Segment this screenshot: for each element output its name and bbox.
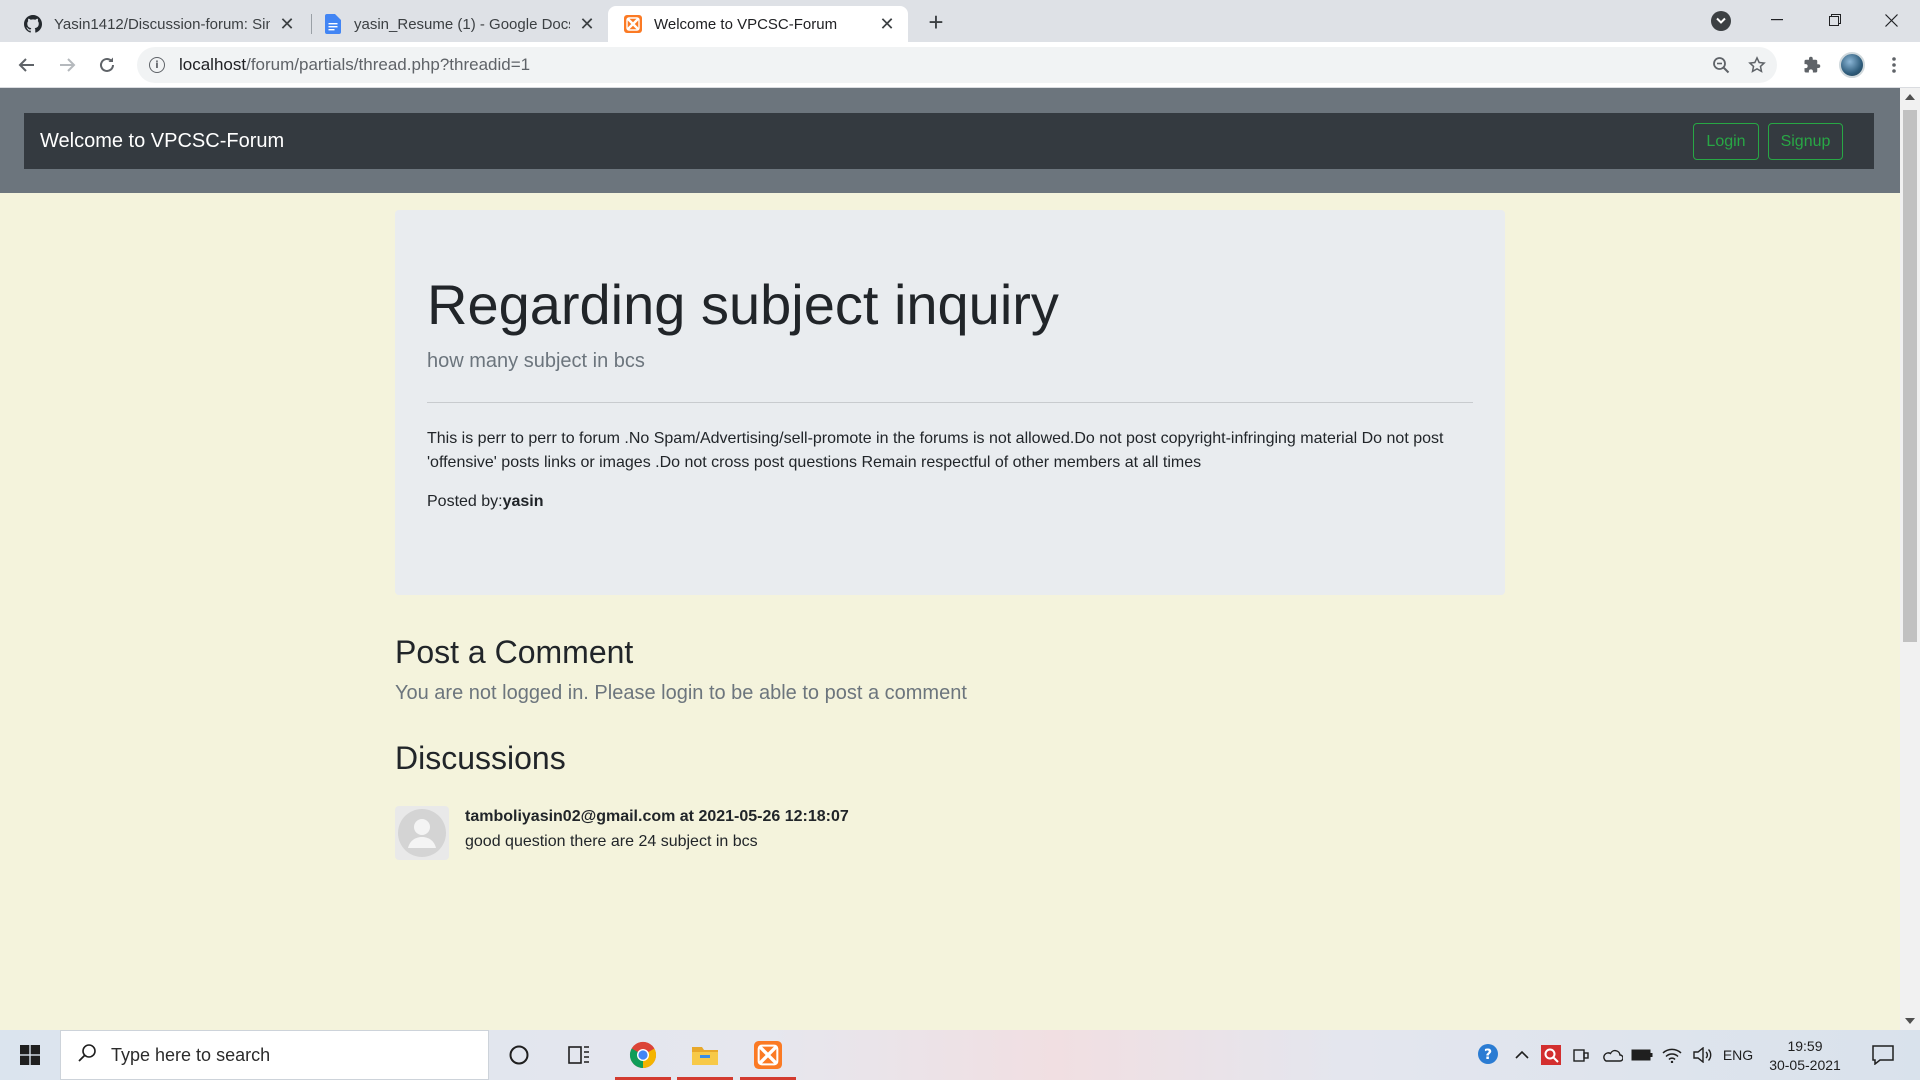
antivirus-tray-icon[interactable] xyxy=(1538,1030,1564,1080)
thread-jumbotron: Regarding subject inquiry how many subje… xyxy=(395,210,1505,595)
close-tab-icon[interactable]: ✕ xyxy=(576,13,598,35)
clock-date: 30-05-2021 xyxy=(1769,1057,1841,1073)
chrome-taskbar-icon[interactable] xyxy=(613,1030,673,1080)
battery-icon[interactable] xyxy=(1628,1030,1656,1080)
tab-search-icon[interactable] xyxy=(1711,11,1731,31)
new-tab-button[interactable]: + xyxy=(922,8,950,36)
url-path: /forum/partials/thread.php?threadid=1 xyxy=(246,55,531,74)
browser-tab-strip: Yasin1412/Discussion-forum: Sim ✕ yasin_… xyxy=(0,0,1920,42)
posted-by-user: yasin xyxy=(502,493,544,510)
windows-start-icon[interactable] xyxy=(0,1030,60,1080)
xampp-taskbar-icon[interactable] xyxy=(738,1030,798,1080)
search-icon xyxy=(77,1043,97,1068)
user-avatar-icon xyxy=(395,806,449,860)
zoom-icon[interactable] xyxy=(1705,47,1737,83)
posted-by: Posted by:yasin xyxy=(427,493,544,511)
posted-by-label: Posted by: xyxy=(427,493,503,510)
close-tab-icon[interactable]: ✕ xyxy=(876,13,898,35)
scroll-up-icon[interactable] xyxy=(1905,94,1915,100)
windows-taskbar: Type here to search ? ENG 19:59 30-05-20… xyxy=(0,1030,1920,1080)
help-tray-icon[interactable]: ? xyxy=(1474,1030,1504,1080)
menu-kebab-icon[interactable] xyxy=(1878,50,1910,80)
wifi-icon[interactable] xyxy=(1658,1030,1686,1080)
close-tab-icon[interactable]: ✕ xyxy=(276,13,298,35)
tab-vpcsc-forum[interactable]: Welcome to VPCSC-Forum ✕ xyxy=(608,6,908,42)
page-scrollbar[interactable] xyxy=(1900,88,1920,1030)
address-bar[interactable]: i localhost/forum/partials/thread.php?th… xyxy=(137,47,1777,83)
input-language[interactable]: ENG xyxy=(1718,1030,1758,1080)
thread-title: Regarding subject inquiry xyxy=(427,273,1059,336)
taskbar-clock[interactable]: 19:59 30-05-2021 xyxy=(1760,1030,1850,1080)
discussion-text: good question there are 24 subject in bc… xyxy=(465,833,758,850)
page-viewport: Welcome to VPCSC-Forum Login Signup Rega… xyxy=(0,88,1900,1030)
forward-icon[interactable] xyxy=(52,50,82,80)
close-window-icon[interactable] xyxy=(1862,0,1920,40)
cortana-icon[interactable] xyxy=(489,1030,549,1080)
restore-icon[interactable] xyxy=(1806,0,1864,40)
volume-icon[interactable] xyxy=(1688,1030,1716,1080)
back-icon[interactable] xyxy=(12,50,42,80)
github-icon xyxy=(24,15,42,33)
extensions-icon[interactable] xyxy=(1796,50,1828,80)
bookmark-star-icon[interactable] xyxy=(1741,47,1773,83)
forum-rules: This is perr to perr to forum .No Spam/A… xyxy=(427,430,1444,471)
login-button[interactable]: Login xyxy=(1693,123,1759,160)
login-required-message: You are not logged in. Please login to b… xyxy=(395,682,967,704)
post-comment-heading: Post a Comment xyxy=(395,634,634,670)
device-tray-icon[interactable] xyxy=(1568,1030,1594,1080)
navbar-brand[interactable]: Welcome to VPCSC-Forum xyxy=(40,113,284,169)
show-hidden-icons[interactable] xyxy=(1510,1030,1534,1080)
thread-description: how many subject in bcs xyxy=(427,350,645,372)
site-info-icon[interactable]: i xyxy=(149,57,165,73)
notification-center-icon[interactable] xyxy=(1863,1030,1903,1080)
scroll-down-icon[interactable] xyxy=(1905,1018,1915,1024)
profile-avatar[interactable] xyxy=(1836,50,1868,80)
tab-title: Welcome to VPCSC-Forum xyxy=(654,15,838,33)
clock-time: 19:59 xyxy=(1787,1038,1823,1054)
discussion-author: tamboliyasin02@gmail.com at 2021-05-26 1… xyxy=(465,808,849,825)
url-text: localhost/forum/partials/thread.php?thre… xyxy=(179,55,530,75)
tab-github[interactable]: Yasin1412/Discussion-forum: Sim ✕ xyxy=(8,6,308,42)
file-explorer-icon[interactable] xyxy=(675,1030,735,1080)
browser-toolbar: i localhost/forum/partials/thread.php?th… xyxy=(0,42,1920,88)
tab-title: Yasin1412/Discussion-forum: Sim xyxy=(54,15,270,33)
search-placeholder: Type here to search xyxy=(111,1044,271,1065)
profile-avatar-image xyxy=(1839,52,1865,78)
scrollbar-thumb[interactable] xyxy=(1903,110,1917,642)
svg-text:?: ? xyxy=(1484,1047,1492,1063)
reload-icon[interactable] xyxy=(92,50,122,80)
tab-google-docs[interactable]: yasin_Resume (1) - Google Docs ✕ xyxy=(308,6,608,42)
discussions-heading: Discussions xyxy=(395,740,566,776)
discussion-item: tamboliyasin02@gmail.com at 2021-05-26 1… xyxy=(395,806,1295,866)
xampp-icon xyxy=(624,15,642,33)
google-docs-icon xyxy=(324,14,342,34)
minimize-icon[interactable] xyxy=(1748,0,1806,40)
divider xyxy=(427,402,1473,403)
site-navbar: Welcome to VPCSC-Forum Login Signup xyxy=(24,113,1874,169)
url-host: localhost xyxy=(179,55,247,74)
signup-button[interactable]: Signup xyxy=(1768,123,1843,160)
onedrive-icon[interactable] xyxy=(1598,1030,1626,1080)
header-band: Welcome to VPCSC-Forum Login Signup xyxy=(0,88,1900,193)
tab-title: yasin_Resume (1) - Google Docs xyxy=(354,15,570,33)
task-view-icon[interactable] xyxy=(549,1030,609,1080)
taskbar-search-input[interactable]: Type here to search xyxy=(60,1030,489,1080)
